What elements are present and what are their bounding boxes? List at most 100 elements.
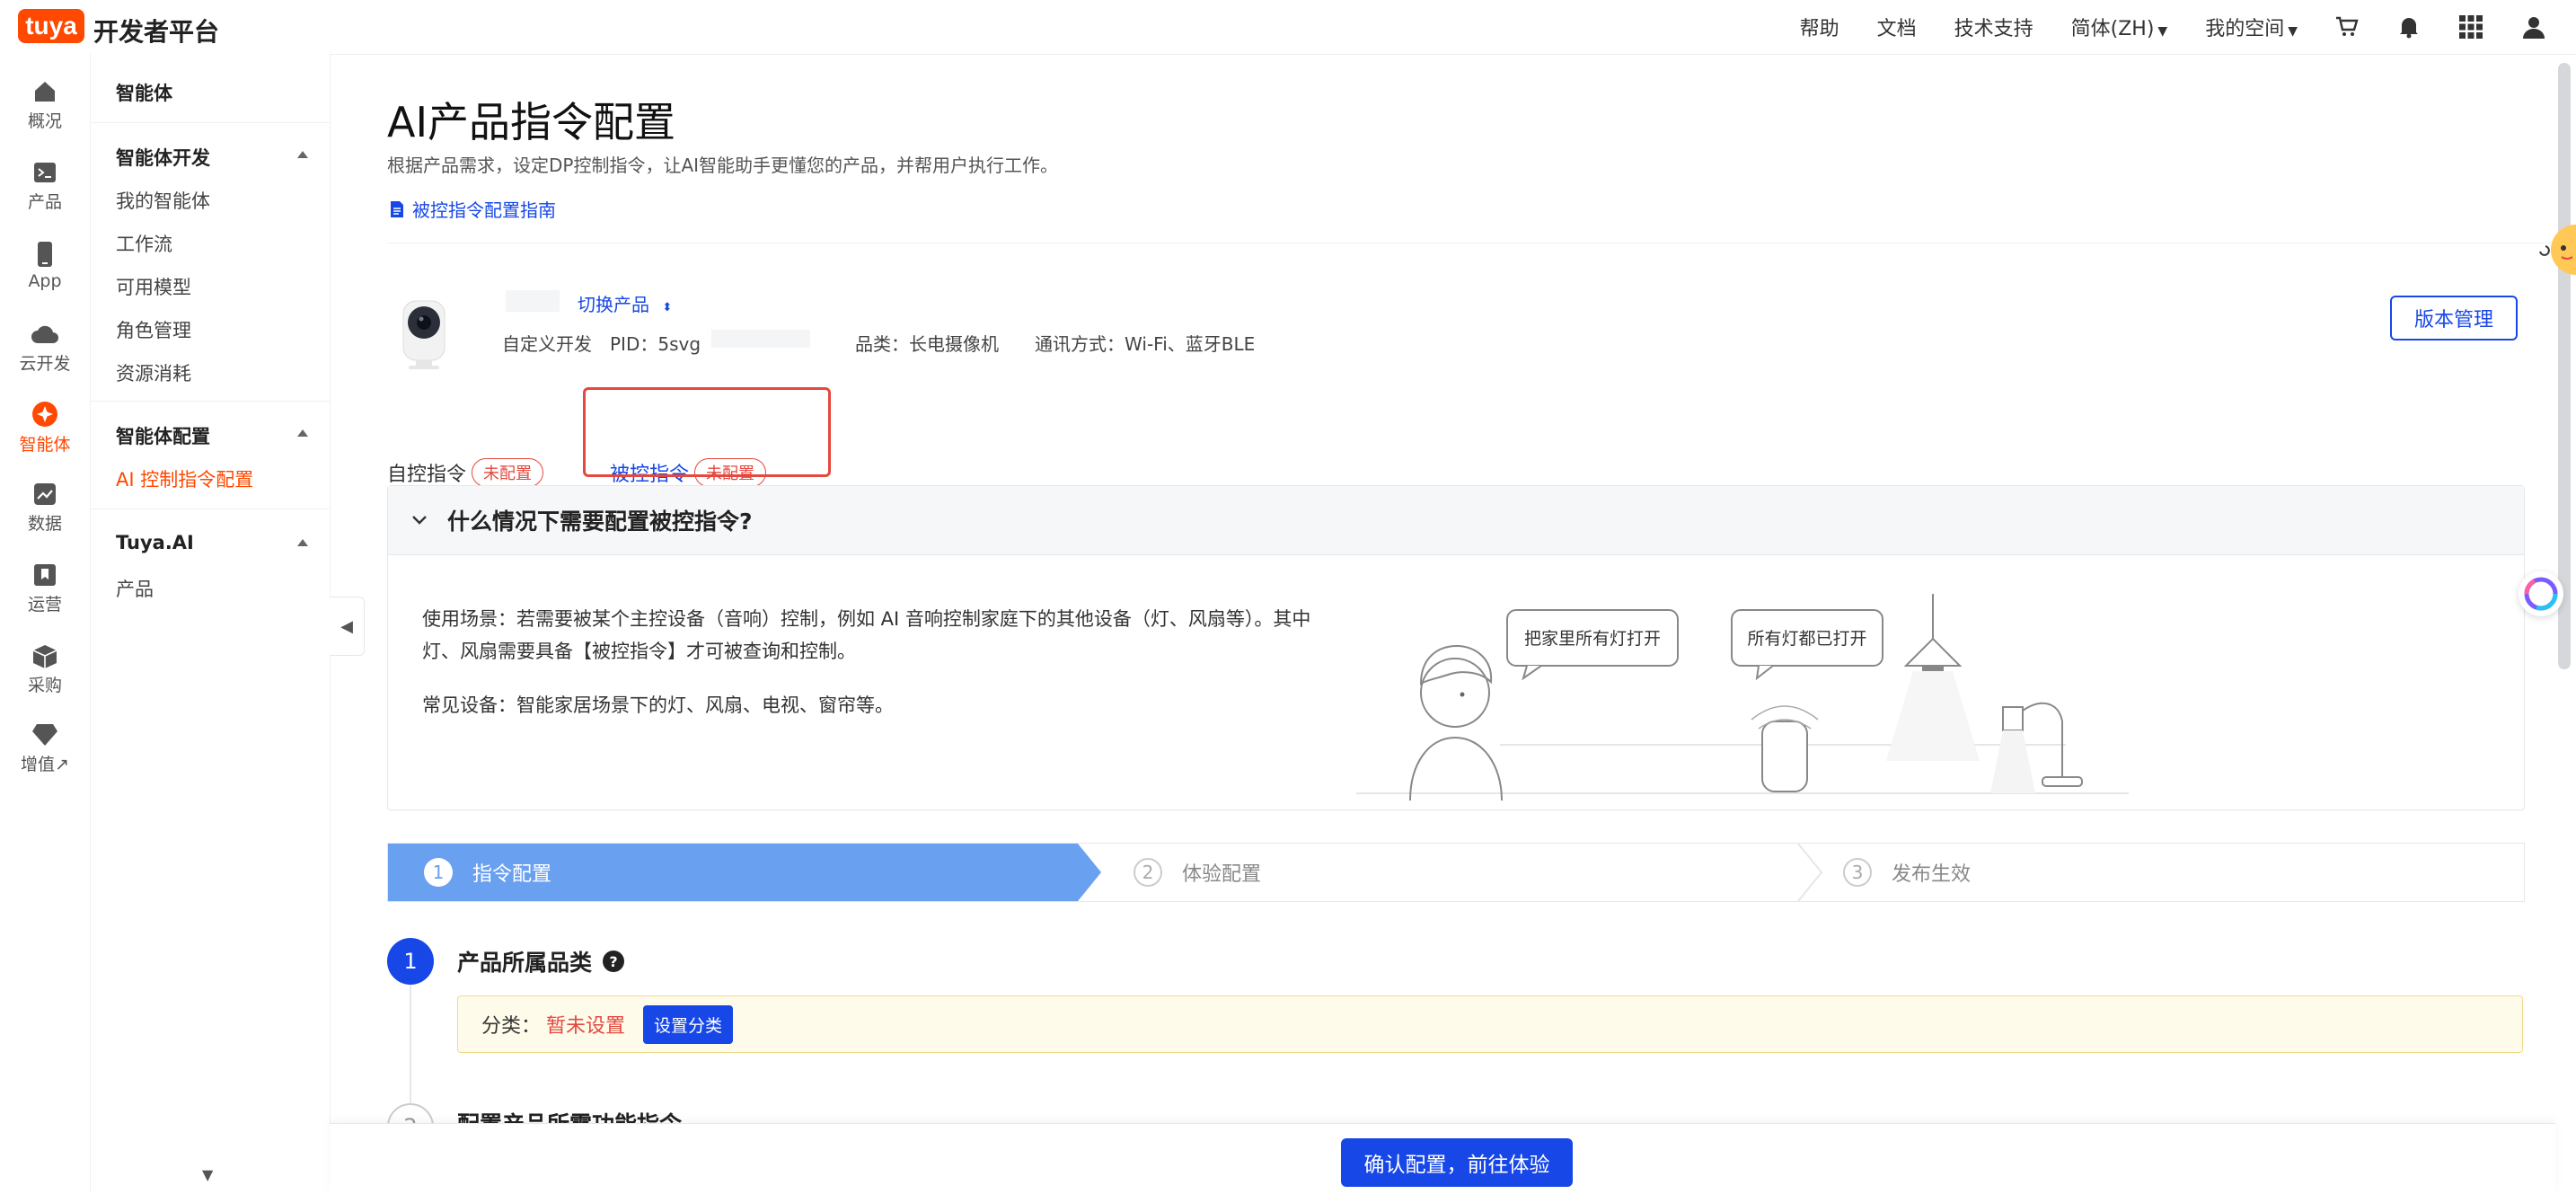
nav-roles[interactable]: 角色管理	[116, 316, 191, 343]
confirm-config-button[interactable]: 确认配置，前往体验	[1341, 1138, 1573, 1187]
ai-assistant-icon[interactable]	[2519, 571, 2563, 616]
rail-item-data[interactable]: 数据	[0, 482, 90, 535]
scrollbar[interactable]	[2558, 63, 2571, 669]
bubble-speaker-text: 所有灯都已打开	[1747, 629, 1866, 649]
section-category-title: 产品所属品类 ?	[457, 945, 625, 977]
faq-devices-text: 常见设备：智能家居场景下的灯、风扇、电视、窗帘等。	[422, 694, 894, 716]
faq-header[interactable]: 什么情况下需要配置被控指令?	[388, 486, 2524, 555]
divider	[91, 401, 330, 402]
collapse-arrow-icon	[297, 151, 308, 158]
dev-type: 自定义开发	[502, 333, 592, 355]
collapse-sidebar-button[interactable]: ◀	[330, 597, 365, 656]
faq-usage-text: 使用场景：若需要被某个主控设备（音响）控制，例如 AI 音响控制家庭下的其他设备…	[422, 608, 1311, 662]
switch-product-label: 切换产品	[578, 294, 649, 315]
rail-label: 智能体	[19, 435, 71, 455]
language-label: 简体(ZH)	[2070, 18, 2155, 40]
faq-panel: 什么情况下需要配置被控指令? 使用场景：若需要被某个主控设备（音响）控制，例如 …	[387, 485, 2525, 810]
nav-my-agents[interactable]: 我的智能体	[116, 187, 210, 214]
bookmark-icon	[34, 564, 56, 586]
rail-label: 云开发	[19, 354, 71, 374]
docs-link[interactable]: 文档	[1877, 13, 1917, 41]
nav-workflow[interactable]: 工作流	[116, 230, 172, 257]
group-tuya-ai[interactable]: Tuya.AI	[116, 532, 308, 553]
set-category-button[interactable]: 设置分类	[643, 1004, 734, 1044]
rail-item-value-added[interactable]: 增值↗	[0, 722, 90, 775]
highlight-annotation	[583, 387, 831, 477]
pid-masked	[711, 330, 811, 348]
space-select[interactable]: 我的空间 ▼	[2205, 13, 2298, 41]
category-value: 暂未设置	[546, 1015, 626, 1038]
chevron-down-icon[interactable]: ▼	[202, 1166, 213, 1183]
caret-down-icon: ▼	[2288, 24, 2298, 39]
document-icon	[391, 200, 403, 217]
nav-ai-control-config[interactable]: AI 控制指令配置	[116, 465, 253, 492]
help-link[interactable]: 帮助	[1800, 13, 1839, 41]
agent-icon	[32, 402, 57, 427]
rail-item-purchase[interactable]: 采购	[0, 643, 90, 696]
rail-item-overview[interactable]: 概况	[0, 79, 90, 132]
subnav-title: 智能体	[116, 83, 172, 104]
caret-down-icon: ▼	[2157, 24, 2168, 39]
chart-icon	[34, 483, 56, 505]
tech-support-link[interactable]: 技术支持	[1954, 13, 2033, 41]
rail-label: 运营	[27, 595, 62, 615]
nav-usage[interactable]: 资源消耗	[116, 359, 191, 386]
rail-label: 数据	[27, 514, 62, 534]
step-command-config[interactable]: 1 指令配置	[424, 844, 551, 901]
rail-label: App	[28, 271, 62, 291]
status-badge: 未配置	[472, 458, 544, 487]
product-comm: 通讯方式：Wi-Fi、蓝牙BLE	[1035, 333, 1256, 355]
rail-item-ops[interactable]: 运营	[0, 562, 90, 615]
step-number: 3	[1843, 858, 1872, 887]
tab-self-control[interactable]: 自控指令 未配置	[387, 458, 544, 487]
rail-item-product[interactable]: 产品	[0, 160, 90, 213]
group-label: Tuya.AI	[116, 532, 194, 553]
category-box: 分类： 暂未设置 设置分类	[457, 995, 2523, 1053]
rail-item-app[interactable]: App	[0, 241, 90, 291]
sort-arrows-icon: ⬍	[662, 301, 673, 314]
rail-label: 增值↗	[21, 755, 69, 774]
rail-item-cloud[interactable]: 云开发	[0, 322, 90, 375]
product-category: 品类：长电摄像机	[855, 333, 1000, 355]
group-agent-config[interactable]: 智能体配置	[116, 422, 308, 449]
group-label: 智能体开发	[116, 147, 210, 169]
page-title: AI产品指令配置	[387, 98, 676, 146]
step-experience-config[interactable]: 2 体验配置	[1134, 844, 1261, 901]
nav-tuya-ai-product[interactable]: 产品	[116, 575, 154, 602]
guide-link-label: 被控指令配置指南	[412, 199, 556, 221]
rail-label: 产品	[27, 192, 62, 212]
step-publish[interactable]: 3 发布生效	[1843, 844, 1971, 901]
cloud-icon	[31, 325, 58, 343]
camera-product-image	[402, 300, 446, 369]
top-bar: tuya 开发者平台 帮助 文档 技术支持 简体(ZH) ▼ 我的空间 ▼	[0, 0, 2576, 55]
help-icon[interactable]: ?	[603, 951, 625, 972]
mascot-icon[interactable]	[2535, 216, 2576, 284]
faq-question: 什么情况下需要配置被控指令?	[447, 509, 753, 535]
rail-item-agent[interactable]: 智能体	[0, 401, 90, 455]
platform-title[interactable]: 开发者平台	[93, 13, 219, 49]
user-icon[interactable]	[2522, 15, 2545, 39]
cart-icon[interactable]	[2335, 16, 2359, 38]
apps-grid-icon[interactable]	[2459, 15, 2483, 39]
group-label: 智能体配置	[116, 426, 210, 447]
tuya-logo[interactable]: tuya	[18, 9, 84, 43]
space-label: 我的空间	[2205, 18, 2285, 40]
step-number: 1	[424, 858, 453, 887]
divider	[91, 122, 330, 123]
category-label: 分类：	[481, 1015, 542, 1038]
bubble-user-text: 把家里所有灯打开	[1524, 629, 1661, 649]
top-nav: 帮助 文档 技术支持 简体(ZH) ▼ 我的空间 ▼	[1800, 0, 2576, 54]
switch-product-button[interactable]: 切换产品 ⬍	[578, 290, 672, 316]
group-agent-dev[interactable]: 智能体开发	[116, 144, 308, 171]
version-management-button[interactable]: 版本管理	[2390, 296, 2518, 341]
language-select[interactable]: 简体(ZH) ▼	[2071, 13, 2168, 41]
section-title-text: 产品所属品类	[457, 950, 593, 976]
step-number: 2	[1134, 858, 1162, 887]
guide-link[interactable]: 被控指令配置指南	[389, 196, 556, 222]
bell-icon[interactable]	[2398, 15, 2420, 39]
nav-models[interactable]: 可用模型	[116, 273, 191, 300]
collapse-arrow-icon	[297, 539, 308, 546]
step-label: 发布生效	[1892, 863, 1972, 886]
step-progress: 1 指令配置 2 体验配置 3 发布生效	[387, 843, 2525, 902]
page-description: 根据产品需求，设定DP控制指令，让AI智能助手更懂您的产品，并帮用户执行工作。	[387, 155, 1059, 176]
